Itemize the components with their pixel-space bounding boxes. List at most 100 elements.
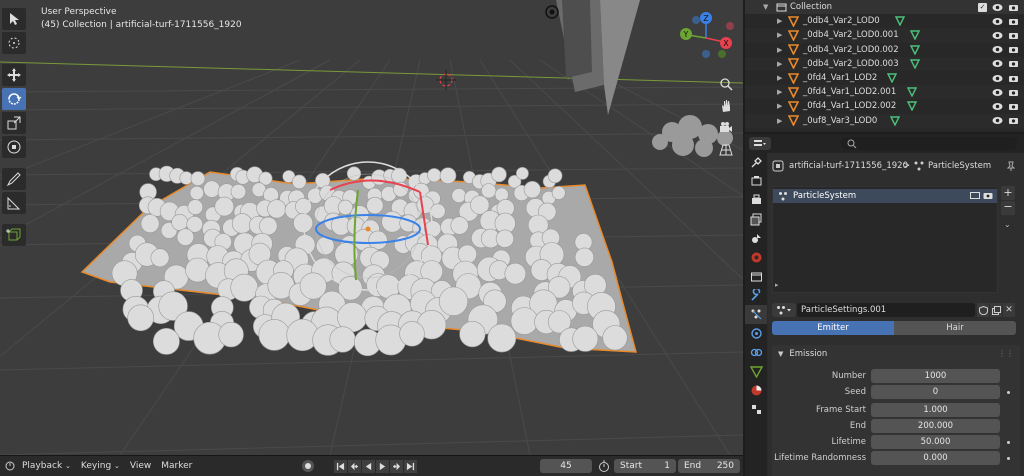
tab-constraints[interactable] <box>745 343 767 362</box>
expand-arrow-icon[interactable]: ▶ <box>777 117 782 125</box>
transform-tool-button[interactable] <box>2 136 26 158</box>
emitter-type-tab[interactable]: Emitter <box>772 321 894 335</box>
fake-user-button[interactable] <box>977 303 989 317</box>
duplicate-settings-button[interactable] <box>990 303 1002 317</box>
tab-collection[interactable] <box>745 267 767 286</box>
record-button[interactable] <box>302 460 314 472</box>
expand-arrow-icon[interactable]: ▼ <box>763 3 768 11</box>
tab-particles[interactable] <box>745 305 767 324</box>
jump-end-button[interactable] <box>404 460 417 473</box>
tab-modifiers[interactable] <box>745 286 767 305</box>
properties-editor[interactable]: artificial-turf-1711556_1920 > ParticleS… <box>745 134 1024 476</box>
tab-material[interactable] <box>745 381 767 400</box>
outliner-item[interactable]: ▶ _0db4_Var2_LOD0.002 <box>745 43 1024 57</box>
outliner-item[interactable]: ▶ _0db4_Var2_LOD0.001 <box>745 28 1024 43</box>
view-menu[interactable]: View <box>130 461 151 471</box>
tab-view-layer[interactable] <box>745 210 767 229</box>
render-camera-icon[interactable] <box>1008 59 1019 68</box>
eye-icon[interactable] <box>992 45 1003 54</box>
eye-icon[interactable] <box>992 31 1003 40</box>
pin-icon[interactable] <box>1006 161 1016 171</box>
particle-system-list-item[interactable]: ParticleSystem <box>773 189 997 203</box>
prev-keyframe-button[interactable] <box>348 460 361 473</box>
marker-menu[interactable]: Marker <box>161 461 192 471</box>
render-camera-icon[interactable] <box>1008 17 1019 26</box>
render-camera-icon[interactable] <box>1008 116 1019 125</box>
current-frame-field[interactable]: 45 <box>540 459 592 473</box>
editor-type-button[interactable] <box>0 461 22 471</box>
mesh-data-icon[interactable] <box>910 44 920 55</box>
rotate-tool-button[interactable] <box>2 88 26 110</box>
value-field[interactable]: 0.000 <box>871 451 1000 465</box>
mesh-data-icon[interactable] <box>907 87 917 98</box>
start-frame-field[interactable]: Start 1 <box>614 459 676 473</box>
unlink-settings-button[interactable]: ✕ <box>1003 303 1015 317</box>
mesh-data-icon[interactable] <box>887 73 897 84</box>
value-field[interactable]: 1000 <box>871 369 1000 383</box>
expand-arrow-icon[interactable]: ▶ <box>777 74 782 82</box>
outliner-item[interactable]: ▶ _0fd4_Var1_LOD2.001 <box>745 85 1024 100</box>
tab-output[interactable] <box>745 191 767 210</box>
annotate-tool-button[interactable] <box>2 168 26 190</box>
expand-arrow-icon[interactable]: ▶ <box>777 31 782 39</box>
value-field[interactable]: 0 <box>871 385 1000 399</box>
particle-settings-name-field[interactable]: ParticleSettings.001 <box>797 303 975 317</box>
outliner-item[interactable]: ▶ _0fd4_Var1_LOD2.002 <box>745 99 1024 113</box>
outliner-item[interactable]: ▶ _0db4_Var2_LOD0.003 <box>745 56 1024 71</box>
ortho-toggle-button[interactable] <box>716 140 736 160</box>
mesh-data-icon[interactable] <box>890 115 900 126</box>
next-keyframe-button[interactable] <box>390 460 403 473</box>
stopwatch-icon[interactable] <box>598 460 610 475</box>
outliner-item[interactable]: ▶ _0db4_Var2_LOD0 <box>745 14 1024 28</box>
eye-icon[interactable] <box>992 17 1003 26</box>
value-field[interactable]: 1.000 <box>871 403 1000 417</box>
settings-browse-button[interactable] <box>772 303 796 317</box>
eye-icon[interactable] <box>992 3 1003 12</box>
axis-gizmo[interactable]: Z Y X <box>670 8 742 70</box>
animate-property-icon[interactable] <box>1007 391 1010 394</box>
tab-tool[interactable] <box>745 153 767 172</box>
list-resize-handle-icon[interactable]: ▸ <box>775 281 779 289</box>
expand-arrow-icon[interactable]: ▶ <box>777 60 782 68</box>
pan-button[interactable] <box>716 96 736 116</box>
remove-particle-system-button[interactable]: − <box>1001 201 1015 215</box>
navigation-gizmo[interactable]: Z Y X <box>670 8 742 158</box>
mesh-data-icon[interactable] <box>907 101 917 112</box>
emission-panel-header[interactable]: ▼ Emission ⋮⋮ <box>772 345 1020 362</box>
eye-icon[interactable] <box>992 74 1003 83</box>
expand-arrow-icon[interactable]: ▶ <box>777 46 782 54</box>
expand-arrow-icon[interactable]: ▶ <box>777 102 782 110</box>
collection-checkbox[interactable]: ✓ <box>978 2 987 12</box>
tab-scene[interactable] <box>745 229 767 248</box>
add-cube-tool-button[interactable] <box>2 224 26 246</box>
cursor-tool-button[interactable] <box>2 32 26 54</box>
animate-property-icon[interactable] <box>1007 457 1010 460</box>
hair-type-tab[interactable]: Hair <box>894 321 1016 335</box>
move-tool-button[interactable] <box>2 64 26 86</box>
editor-type-dropdown[interactable] <box>749 137 771 150</box>
expand-arrow-icon[interactable]: ▶ <box>777 88 782 96</box>
render-camera-icon[interactable] <box>1008 45 1019 54</box>
tab-world[interactable] <box>745 248 767 267</box>
value-field[interactable]: 50.000 <box>871 435 1000 449</box>
mesh-data-icon[interactable] <box>895 16 905 27</box>
3d-viewport[interactable]: User Perspective (45) Collection | artif… <box>0 0 743 455</box>
expand-arrow-icon[interactable]: ▶ <box>777 17 782 25</box>
tab-physics[interactable] <box>745 324 767 343</box>
viewport-display-icon[interactable] <box>970 192 980 200</box>
render-toggle-icon[interactable] <box>983 192 993 200</box>
add-particle-system-button[interactable]: + <box>1001 186 1015 200</box>
render-camera-icon[interactable] <box>1008 74 1019 83</box>
animate-property-icon[interactable] <box>1007 441 1010 444</box>
collection-row[interactable]: ▼ Collection ✓ <box>745 0 1024 15</box>
eye-icon[interactable] <box>992 59 1003 68</box>
eye-icon[interactable] <box>992 116 1003 125</box>
keying-menu[interactable]: Keying ⌄ <box>81 461 120 471</box>
tab-data[interactable] <box>745 362 767 381</box>
properties-search-input[interactable] <box>841 137 1017 150</box>
list-specials-menu-icon[interactable]: ⌄ <box>1004 220 1011 229</box>
render-camera-icon[interactable] <box>1008 102 1019 111</box>
mesh-data-icon[interactable] <box>910 59 920 69</box>
zoom-button[interactable] <box>716 74 736 94</box>
particle-system-list[interactable]: ParticleSystem ▸ <box>772 186 998 293</box>
